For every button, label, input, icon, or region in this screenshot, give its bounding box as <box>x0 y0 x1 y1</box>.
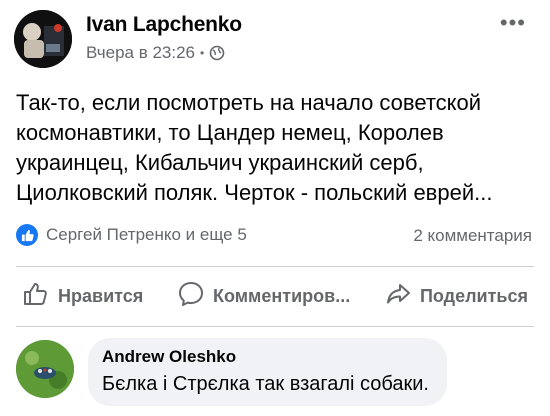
divider-bottom <box>16 326 534 327</box>
commenter-name[interactable]: Andrew Oleshko <box>102 347 429 367</box>
comment-bubble: Andrew Oleshko Бєлка і Стрєлка так взага… <box>88 338 447 406</box>
divider-top <box>16 266 534 267</box>
like-label: Нравится <box>58 285 144 306</box>
author-avatar[interactable] <box>14 10 72 68</box>
post-text: Так-то, если посмотреть на начало советс… <box>16 90 493 205</box>
post-timestamp[interactable]: Вчера в 23:26 <box>86 43 195 63</box>
comments-count[interactable]: 2 комментария <box>413 226 532 246</box>
like-reaction-icon <box>16 224 38 246</box>
comment-button[interactable]: Комментиров... <box>177 280 350 313</box>
share-arrow-icon <box>384 280 412 313</box>
post-action-bar: Нравится Комментиров... Поделиться <box>16 274 534 318</box>
author-name[interactable]: Ivan Lapchenko <box>86 13 242 37</box>
globe-icon <box>209 45 225 61</box>
thumbs-up-icon <box>22 280 50 313</box>
like-button[interactable]: Нравится <box>22 280 143 313</box>
more-horizontal-icon[interactable]: ••• <box>500 10 526 36</box>
comment-label: Комментиров... <box>213 285 351 306</box>
meta-separator: • <box>200 46 205 60</box>
comment-bubble-icon <box>177 280 205 313</box>
reactions-text: Сергей Петренко и еще 5 <box>46 225 247 244</box>
comment-text: Бєлка і Стрєлка так взагалі собаки. <box>102 373 429 395</box>
commenter-avatar[interactable] <box>16 340 74 398</box>
share-button[interactable]: Поделиться <box>384 280 528 313</box>
share-label: Поделиться <box>419 285 528 306</box>
post-meta: Вчера в 23:26 • <box>86 43 225 63</box>
facebook-post: Ivan Lapchenko Вчера в 23:26 • ••• Так-т… <box>0 0 550 416</box>
reactions-summary[interactable]: Сергей Петренко и еще 5 <box>16 224 247 246</box>
